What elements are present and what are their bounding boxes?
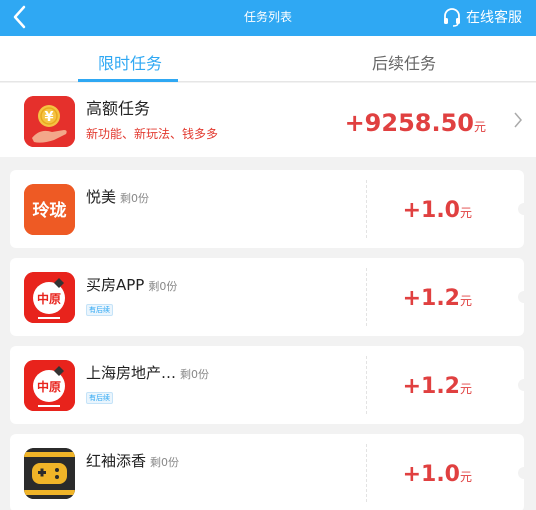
yuemei-logo-icon: 玲珑	[24, 184, 75, 235]
task-name: 上海房地产… 剩0份	[86, 362, 209, 383]
task-card[interactable]: 中原 上海房地产… 剩0份 有后续 +1.2元	[10, 346, 530, 424]
card-notch	[518, 467, 530, 479]
task-reward: +1.2元	[403, 374, 472, 399]
task-name-text: 红袖添香	[86, 452, 147, 470]
game-controller-icon	[24, 448, 75, 499]
task-name: 买房APP 剩0份	[86, 274, 177, 295]
task-reward-value: +1.2	[402, 374, 460, 399]
task-name-text: 上海房地产…	[86, 364, 177, 382]
task-name-text: 悦美	[86, 188, 117, 206]
headset-icon	[444, 8, 460, 27]
task-reward: +1.2元	[403, 286, 472, 311]
task-reward-unit: 元	[459, 294, 472, 308]
tab-limited-tasks[interactable]: 限时任务	[98, 50, 162, 74]
dashed-divider	[366, 356, 367, 414]
dashed-divider	[366, 180, 367, 238]
task-tabs: 限时任务 后续任务	[0, 36, 536, 82]
task-reward: +1.0元	[403, 462, 472, 487]
task-reward-unit: 元	[459, 470, 472, 484]
card-notch	[518, 379, 530, 391]
dashed-divider	[366, 444, 367, 502]
task-card[interactable]: 玲珑 悦美 剩0份 +1.0元	[10, 170, 530, 248]
online-service-button[interactable]: 在线客服	[442, 6, 522, 28]
coin-hand-icon: ¥	[24, 96, 75, 147]
task-name: 红袖添香 剩0份	[86, 450, 179, 471]
task-name: 悦美 剩0份	[86, 186, 149, 207]
task-remaining: 剩0份	[150, 456, 180, 469]
high-task-reward: +9258.50元	[345, 109, 486, 137]
top-bar: 任务列表 在线客服	[0, 0, 536, 36]
zhongyuan-logo-icon: 中原	[24, 360, 75, 411]
task-reward-unit: 元	[459, 382, 472, 396]
card-notch	[518, 203, 530, 215]
high-task-name: 高额任务	[86, 99, 151, 118]
task-remaining: 剩0份	[148, 280, 178, 293]
task-card[interactable]: 红袖添香 剩0份 +1.0元	[10, 434, 530, 510]
svg-text:¥: ¥	[44, 110, 53, 125]
task-reward-value: +1.0	[402, 198, 460, 223]
task-reward-unit: 元	[459, 206, 472, 220]
tab-followup-tasks[interactable]: 后续任务	[372, 50, 436, 74]
high-reward-task-card[interactable]: ¥ 高额任务 新功能、新玩法、钱多多 +9258.50元	[0, 83, 536, 157]
chevron-right-icon	[512, 110, 524, 134]
task-remaining: 剩0份	[120, 192, 150, 205]
svg-text:中原: 中原	[37, 379, 61, 394]
task-reward: +1.0元	[403, 198, 472, 223]
followup-badge: 有后续	[86, 304, 113, 316]
high-task-desc: 新功能、新玩法、钱多多	[86, 127, 219, 141]
svg-text:玲珑: 玲珑	[33, 200, 67, 221]
task-name-text: 买房APP	[86, 276, 145, 294]
task-reward-value: +1.0	[402, 462, 460, 487]
task-remaining: 剩0份	[180, 368, 210, 381]
task-card[interactable]: 中原 买房APP 剩0份 有后续 +1.2元	[10, 258, 530, 336]
svg-text:中原: 中原	[37, 291, 61, 306]
card-notch	[518, 291, 530, 303]
high-task-reward-unit: 元	[473, 120, 486, 134]
task-reward-value: +1.2	[402, 286, 460, 311]
online-service-label: 在线客服	[466, 10, 522, 26]
followup-badge: 有后续	[86, 392, 113, 404]
zhongyuan-logo-icon: 中原	[24, 272, 75, 323]
high-task-reward-value: +9258.50	[344, 109, 474, 137]
dashed-divider	[366, 268, 367, 326]
active-tab-indicator	[78, 79, 178, 82]
